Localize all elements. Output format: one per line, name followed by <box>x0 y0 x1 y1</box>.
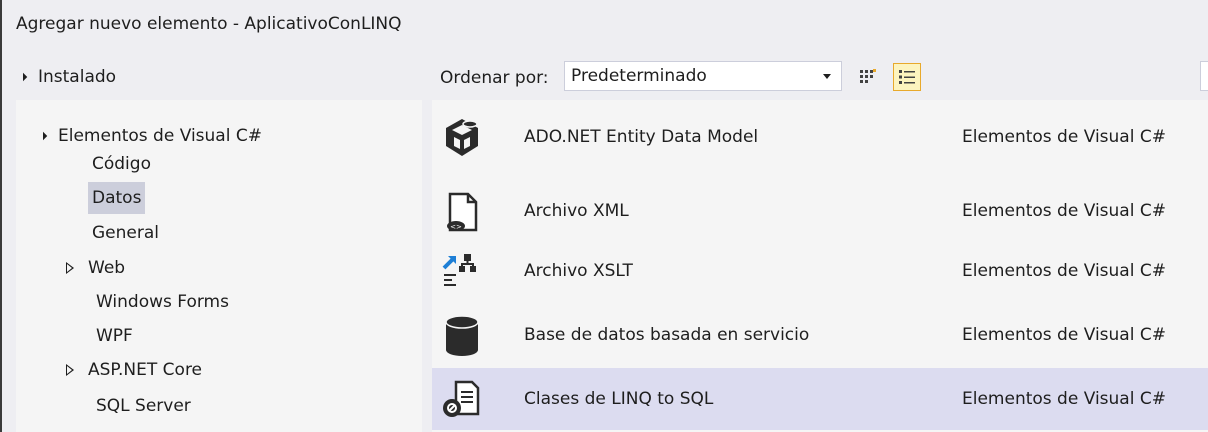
list-item[interactable]: Clases de LINQ to SQL Elementos de Visua… <box>432 368 1208 430</box>
template-category: Elementos de Visual C# <box>962 325 1166 345</box>
tree-item-label: WPF <box>96 326 133 346</box>
template-list: ADO.NET Entity Data Model Elementos de V… <box>432 100 1208 432</box>
tree-item-general[interactable]: General <box>92 217 159 249</box>
database-icon <box>440 314 484 358</box>
tree-item-label: Datos <box>92 188 142 208</box>
dialog-title: Agregar nuevo elemento - AplicativoConLI… <box>16 14 402 34</box>
installed-label: Instalado <box>38 67 117 87</box>
tree-item-label: General <box>92 223 159 243</box>
entity-data-model-icon <box>440 116 484 160</box>
template-name: Archivo XML <box>524 201 629 221</box>
window-edge <box>0 0 2 432</box>
template-category: Elementos de Visual C# <box>962 389 1166 409</box>
collapsed-arrow-icon[interactable] <box>66 364 74 376</box>
tree-item-wpf[interactable]: WPF <box>96 320 133 352</box>
category-tree: Elementos de Visual C# Código Datos Gene… <box>16 100 422 432</box>
list-view-icon[interactable] <box>893 63 921 91</box>
svg-text:<>: <> <box>450 223 462 231</box>
tree-item-label: ASP.NET Core <box>88 360 203 380</box>
sort-dropdown-value: Predeterminado <box>571 66 707 86</box>
sort-dropdown[interactable]: Predeterminado <box>564 61 842 91</box>
list-item[interactable]: Base de datos basada en servicio Element… <box>432 304 1208 366</box>
list-item[interactable]: Archivo XSLT Elementos de Visual C# <box>432 240 1208 302</box>
tree-item-label: Código <box>92 154 151 174</box>
search-box[interactable] <box>1200 61 1208 91</box>
template-category: Elementos de Visual C# <box>962 261 1166 281</box>
xml-file-icon: <> <box>440 190 484 234</box>
sort-label: Ordenar por: <box>440 68 549 88</box>
tree-item-asp-net-core[interactable]: ASP.NET Core <box>66 354 202 386</box>
expanded-arrow-icon[interactable] <box>18 72 28 82</box>
linq-to-sql-icon <box>440 378 484 422</box>
template-category: Elementos de Visual C# <box>962 201 1166 221</box>
template-name: Archivo XSLT <box>524 261 633 281</box>
tree-item-label: Web <box>88 258 126 278</box>
tree-item-sql-server[interactable]: SQL Server <box>96 390 191 422</box>
list-item[interactable]: <> Archivo XML Elementos de Visual C# <box>432 180 1208 242</box>
tree-item-label: Elementos de Visual C# <box>58 126 262 146</box>
tree-item-datos[interactable]: Datos <box>88 182 146 214</box>
tree-item-label: Windows Forms <box>96 292 229 312</box>
template-name: Clases de LINQ to SQL <box>524 389 714 409</box>
collapsed-arrow-icon[interactable] <box>66 262 74 274</box>
expanded-arrow-icon[interactable] <box>38 131 48 141</box>
list-item[interactable]: ADO.NET Entity Data Model Elementos de V… <box>432 106 1208 168</box>
tree-item-windows-forms[interactable]: Windows Forms <box>96 286 229 318</box>
xslt-file-icon <box>440 250 484 294</box>
small-icons-view-icon[interactable] <box>854 63 882 91</box>
installed-header[interactable]: Instalado <box>16 62 422 92</box>
template-category: Elementos de Visual C# <box>962 127 1166 147</box>
tree-item-label: SQL Server <box>96 396 191 416</box>
template-name: Base de datos basada en servicio <box>524 325 810 345</box>
tree-item-elementos-visual-csharp[interactable]: Elementos de Visual C# <box>38 120 262 152</box>
template-name: ADO.NET Entity Data Model <box>524 127 759 147</box>
chevron-down-icon[interactable] <box>823 73 831 79</box>
tree-item-web[interactable]: Web <box>66 252 125 284</box>
tree-item-codigo[interactable]: Código <box>92 148 151 180</box>
